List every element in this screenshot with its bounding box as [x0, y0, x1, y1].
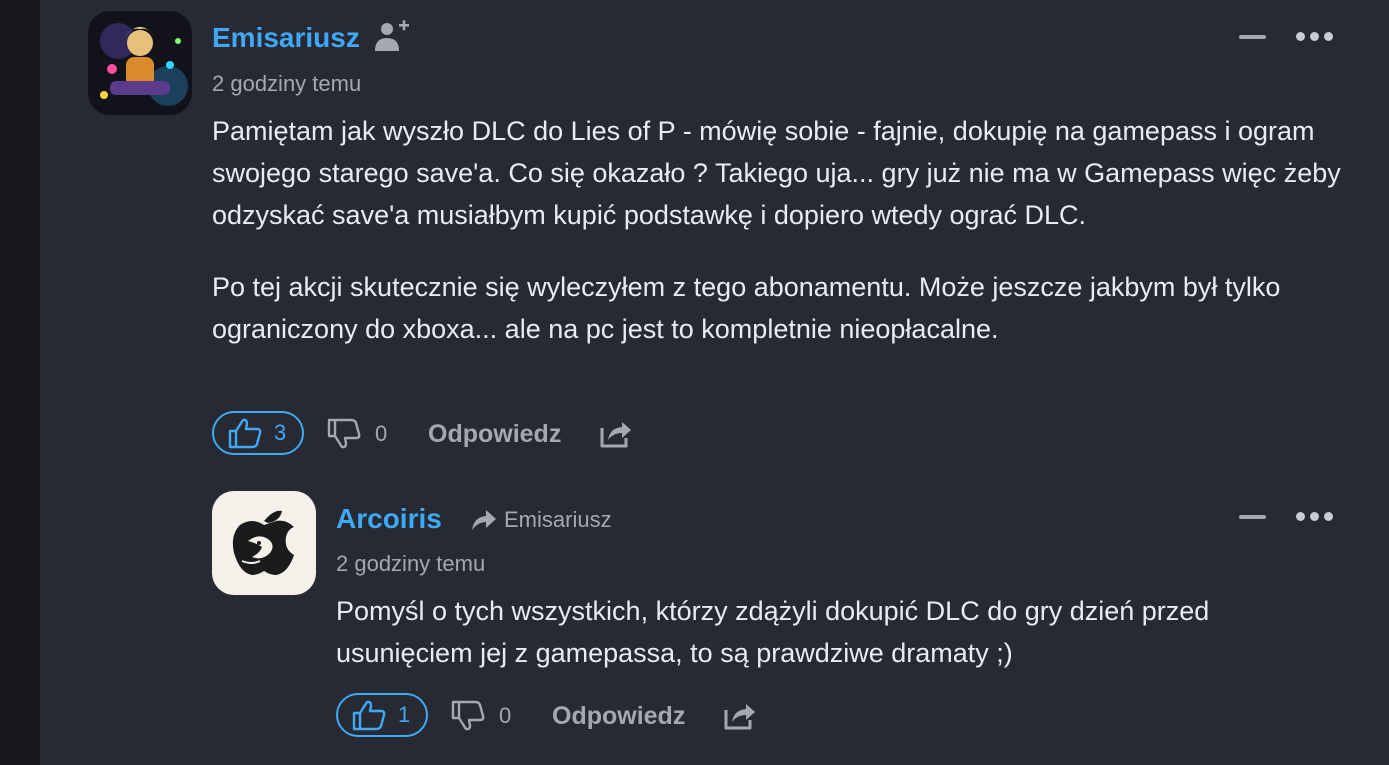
collapse-button[interactable]: [1239, 515, 1266, 519]
comments-page: Emisariusz 2 godziny temu Pamiętam jak w…: [0, 0, 1389, 765]
more-options-button[interactable]: [1296, 512, 1333, 521]
share-icon[interactable]: [724, 700, 756, 735]
comment-body: Pomyśl o tych wszystkich, którzy zdążyli…: [336, 590, 1336, 674]
reply-comment: Arcoiris Emisariusz 2 godziny temu Pomyś…: [0, 0, 1389, 765]
comment-author[interactable]: Arcoiris: [336, 503, 442, 535]
dragon-apple-avatar-icon: [212, 491, 316, 595]
reply-to-username: Emisariusz: [504, 507, 612, 532]
dislike-button[interactable]: 0: [451, 700, 511, 732]
thumbs-down-icon: [451, 700, 485, 731]
user-avatar[interactable]: [212, 491, 316, 595]
reply-arrow-icon: [472, 510, 496, 530]
reply-button[interactable]: Odpowiedz: [552, 702, 685, 731]
like-count: 1: [398, 702, 411, 727]
dislike-count: 0: [499, 703, 512, 728]
comment-paragraph: Pomyśl o tych wszystkich, którzy zdążyli…: [336, 596, 1210, 668]
thumbs-up-icon: [352, 700, 386, 731]
reply-to[interactable]: Emisariusz: [470, 507, 612, 533]
comment-timestamp: 2 godziny temu: [336, 551, 486, 576]
like-button[interactable]: 1: [336, 693, 428, 737]
